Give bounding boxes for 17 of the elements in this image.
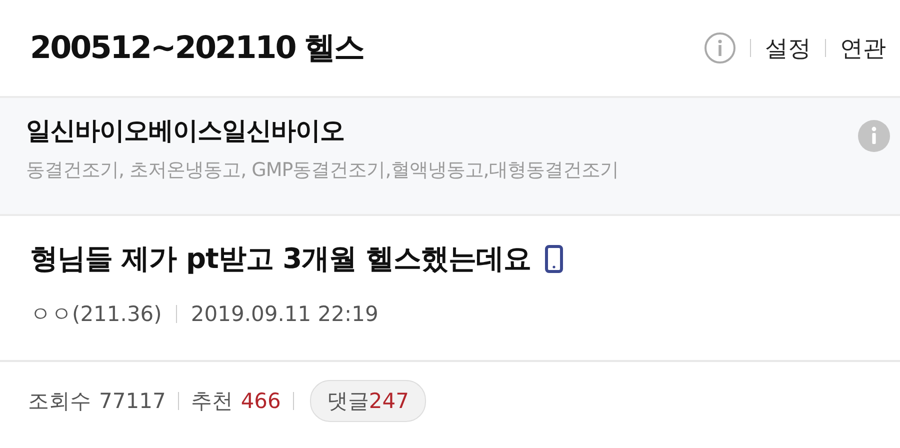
gallery-title: 200512~202110 헬스	[30, 29, 364, 68]
author-name: ㅇㅇ(211.36)	[30, 301, 162, 328]
post-title: 형님들 제가 pt받고 3개월 헬스했는데요	[30, 241, 531, 277]
recommend-label: 추천	[190, 388, 233, 415]
comments-button[interactable]: 댓글247	[310, 380, 426, 422]
header-link[interactable]: 연관	[840, 32, 886, 64]
post-date: 2019.09.11 22:19	[190, 302, 378, 326]
ad-banner[interactable]: 일신바이오베이스일신바이오 동결건조기, 초저온냉동고, GMP동결건조기,혈액냉동고,대형동결건조기	[0, 98, 900, 216]
ad-title: 일신바이오베이스일신바이오	[26, 115, 346, 147]
phone-icon	[544, 245, 563, 273]
views-count: 77117	[99, 389, 166, 413]
info-icon[interactable]	[704, 32, 736, 64]
ad-description: 동결건조기, 초저온냉동고, GMP동결건조기,혈액냉동고,대형동결건조기	[26, 158, 618, 183]
views-label: 조회수	[28, 388, 91, 415]
info-icon[interactable]	[858, 120, 890, 152]
header-link[interactable]: 설정	[765, 32, 811, 64]
recommend-count: 466	[240, 389, 281, 413]
